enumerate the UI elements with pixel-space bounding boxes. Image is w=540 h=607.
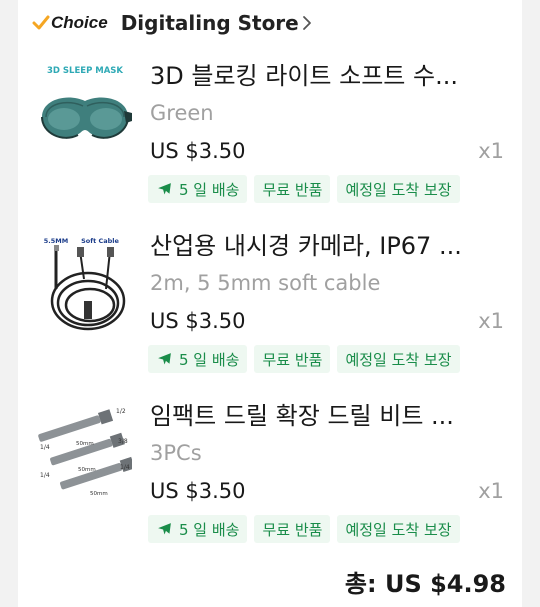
product-variant: 3PCs [150, 441, 202, 465]
product-image-label: 50mm [78, 467, 96, 473]
product-image[interactable]: 5.5MM Soft Cable [38, 229, 132, 339]
delivery-tag: 5 일 배송 [148, 515, 248, 543]
product-image[interactable]: 1/2 3/8 1/4 1/4 1/4 50mm 50mm 50mm [38, 399, 132, 509]
product-image-label: 3D SLEEP MASK [47, 66, 123, 76]
product-image-label: 1/4 [40, 472, 50, 479]
product-quantity: x1 [478, 479, 504, 503]
product-variant: 2m, 5 5mm soft cable [150, 271, 381, 295]
product-image-label: 1/4 [120, 464, 130, 471]
choice-badge: Choice [32, 13, 108, 33]
chevron-right-icon[interactable] [301, 14, 313, 32]
service-tags: 5 일 배송 무료 반품 예정일 도착 보장 [148, 515, 460, 543]
product-price: US $3.50 [150, 309, 246, 333]
product-image-label: 1/2 [116, 408, 126, 415]
order-card: Choice Digitaling Store 3D SLEEP MASK 3D… [18, 0, 522, 607]
free-return-tag: 무료 반품 [254, 515, 331, 543]
service-tags: 5 일 배송 무료 반품 예정일 도착 보장 [148, 175, 460, 203]
free-return-tag: 무료 반품 [254, 175, 331, 203]
airplane-icon [158, 522, 171, 534]
store-header[interactable]: Choice Digitaling Store [32, 8, 313, 38]
airplane-icon [158, 182, 171, 194]
cart-item[interactable]: 1/2 3/8 1/4 1/4 1/4 50mm 50mm 50mm 임팩트 드… [18, 399, 522, 559]
store-name[interactable]: Digitaling Store [121, 11, 299, 35]
product-image-label-left: 5.5MM [44, 237, 68, 245]
product-image-label-right: Soft Cable [81, 237, 119, 245]
product-quantity: x1 [478, 309, 504, 333]
guaranteed-arrival-tag: 예정일 도착 보장 [337, 345, 460, 373]
delivery-tag: 5 일 배송 [148, 345, 248, 373]
guaranteed-arrival-tag: 예정일 도착 보장 [337, 175, 460, 203]
cart-item[interactable]: 5.5MM Soft Cable 산업용 내시경 카메라, IP67 ... 2… [18, 229, 522, 389]
order-total: 총: US $4.98 [345, 564, 506, 599]
product-title[interactable]: 산업용 내시경 카메라, IP67 ... [150, 229, 510, 263]
product-price: US $3.50 [150, 139, 246, 163]
total-label: 총: [344, 570, 377, 598]
service-tags: 5 일 배송 무료 반품 예정일 도착 보장 [148, 345, 460, 373]
product-image-label: 50mm [76, 441, 94, 447]
product-image-label: 50mm [90, 491, 108, 497]
free-return-tag: 무료 반품 [254, 345, 331, 373]
cart-item[interactable]: 3D SLEEP MASK 3D 블로킹 라이트 소프트 수... Green … [18, 59, 522, 219]
product-price: US $3.50 [150, 479, 246, 503]
product-image-label: 1/4 [40, 444, 50, 451]
check-icon [32, 15, 50, 30]
guaranteed-arrival-tag: 예정일 도착 보장 [337, 515, 460, 543]
choice-label: Choice [51, 13, 108, 32]
total-amount: US $4.98 [384, 570, 506, 598]
product-image[interactable]: 3D SLEEP MASK [38, 59, 132, 169]
product-quantity: x1 [478, 139, 504, 163]
delivery-tag: 5 일 배송 [148, 175, 248, 203]
product-title[interactable]: 임팩트 드릴 확장 드릴 비트 ... [150, 399, 510, 433]
airplane-icon [158, 352, 171, 364]
product-variant: Green [150, 101, 214, 125]
product-title[interactable]: 3D 블로킹 라이트 소프트 수... [150, 59, 510, 93]
product-image-label: 3/8 [118, 438, 128, 445]
